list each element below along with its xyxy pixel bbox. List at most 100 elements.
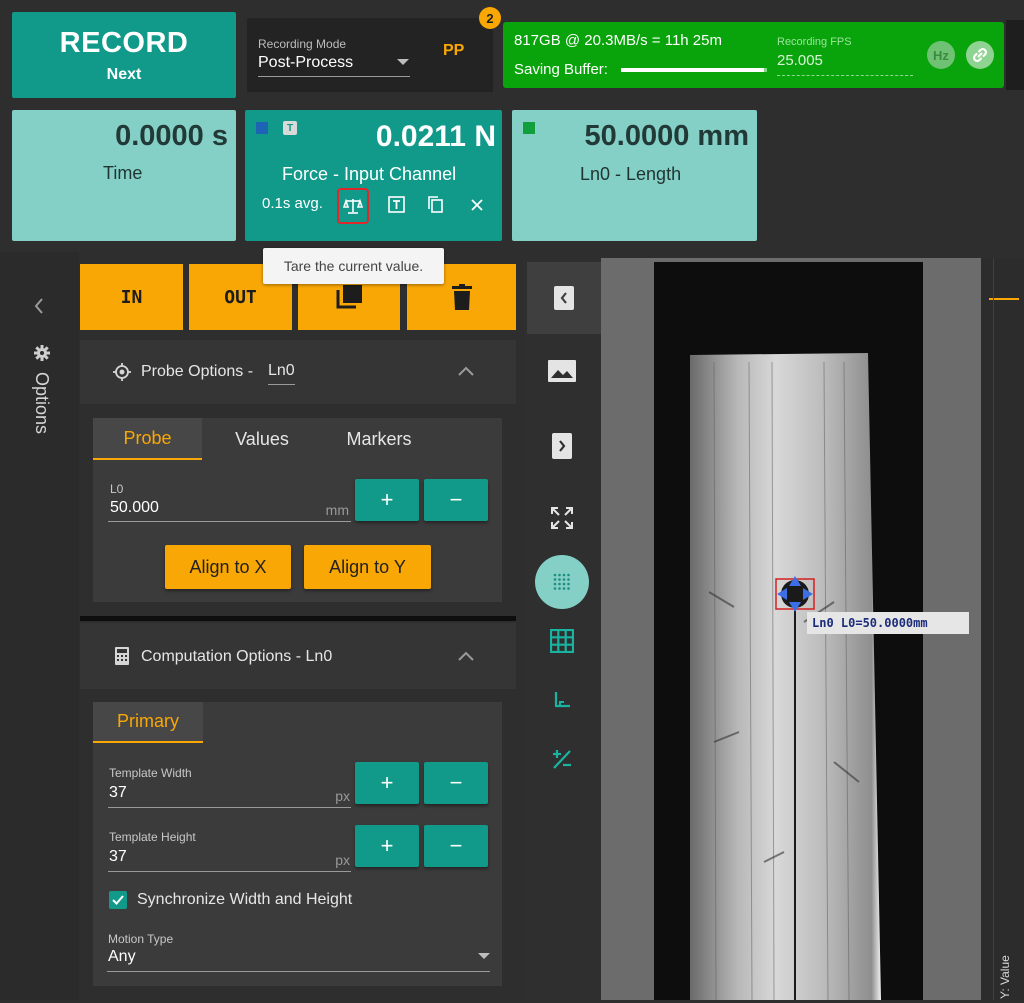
- axes-icon: [554, 692, 570, 708]
- probe-options-body: Probe Values Markers L0 50.000 mm + − Al…: [93, 418, 502, 602]
- sync-checkbox[interactable]: [109, 891, 127, 909]
- plus-minus-button[interactable]: [523, 724, 601, 794]
- options-sidebar[interactable]: Options: [0, 252, 79, 1000]
- template-height-decrement[interactable]: −: [424, 825, 488, 867]
- computation-options-body: Primary Template Width 37 px + − Templat…: [93, 702, 502, 986]
- scale-icon: [343, 198, 363, 214]
- sync-checkbox-row[interactable]: Synchronize Width and Height: [109, 890, 352, 910]
- probe-tabs: Probe Values Markers: [93, 418, 502, 462]
- length-value: 50.0000 mm: [584, 120, 749, 152]
- image-icon: [548, 360, 576, 382]
- l0-label: L0: [110, 482, 124, 496]
- template-height-value: 37: [109, 848, 127, 865]
- force-tile[interactable]: T 0.0211 N Force - Input Channel 0.1s av…: [245, 110, 502, 241]
- template-width-label: Template Width: [109, 766, 192, 780]
- length-channel-color: [523, 122, 535, 134]
- copy-icon[interactable]: [427, 195, 444, 214]
- chevron-up-icon[interactable]: [458, 366, 474, 376]
- fit-view-button[interactable]: [523, 483, 601, 553]
- tab-markers[interactable]: Markers: [323, 418, 435, 460]
- image-tool-button[interactable]: [523, 336, 601, 406]
- force-value: 0.0211 N: [375, 120, 496, 153]
- tab-probe[interactable]: Probe: [93, 418, 202, 460]
- chevron-left-icon[interactable]: [34, 298, 44, 314]
- gear-icon: [34, 345, 50, 361]
- length-label: Ln0 - Length: [580, 164, 682, 184]
- chevron-up-icon[interactable]: [458, 651, 474, 661]
- saving-buffer-track: [621, 68, 767, 72]
- tare-tooltip: Tare the current value.: [263, 248, 444, 284]
- link-icon: [972, 47, 988, 63]
- text-icon[interactable]: [388, 196, 405, 213]
- notification-badge[interactable]: 2: [479, 7, 501, 29]
- force-t-badge: T: [283, 121, 297, 135]
- probe-options-header[interactable]: Probe Options - Ln0: [80, 340, 516, 404]
- align-to-x-button[interactable]: Align to X: [165, 545, 291, 589]
- tab-values[interactable]: Values: [207, 418, 317, 460]
- saving-buffer-label: Saving Buffer:: [514, 61, 608, 78]
- panel-expand-icon: [552, 433, 572, 459]
- probe-item-select[interactable]: Ln0: [268, 362, 295, 385]
- template-width-field[interactable]: Template Width 37 px: [108, 763, 351, 808]
- grid-icon: [550, 629, 574, 653]
- motion-type-label: Motion Type: [108, 932, 174, 946]
- expand-icon: [551, 507, 573, 529]
- recording-mode-label: Recording Mode: [258, 37, 347, 51]
- computation-options-title: Computation Options - Ln0: [141, 648, 333, 665]
- pp-indicator: PP: [443, 42, 465, 59]
- template-height-increment[interactable]: +: [355, 825, 419, 867]
- calculator-icon: [115, 647, 129, 665]
- copy-layers-icon: [336, 285, 362, 309]
- close-icon[interactable]: [470, 198, 484, 212]
- time-value: 0.0000 s: [115, 120, 228, 152]
- computation-options-header[interactable]: Computation Options - Ln0: [80, 623, 516, 689]
- chevron-down-icon: [397, 59, 409, 65]
- template-height-unit: px: [335, 852, 350, 868]
- recording-mode-value: Post-Process: [258, 54, 354, 71]
- probe-options-title: Probe Options -: [141, 363, 254, 380]
- options-label: Options: [32, 372, 52, 435]
- dots-grid-icon: [553, 573, 570, 590]
- record-label: RECORD: [59, 26, 189, 59]
- force-average[interactable]: 0.1s avg.: [262, 195, 323, 212]
- template-height-label: Template Height: [109, 830, 196, 844]
- saving-buffer-fill: [621, 68, 765, 72]
- record-next-label: Next: [106, 65, 142, 83]
- fps-value: 25.005: [777, 52, 823, 69]
- l0-decrement-button[interactable]: −: [424, 479, 488, 521]
- in-button[interactable]: IN: [80, 264, 183, 330]
- align-to-y-button[interactable]: Align to Y: [304, 545, 431, 589]
- time-tile[interactable]: 0.0000 s Time: [12, 110, 236, 241]
- length-tile[interactable]: 50.0000 mm Ln0 - Length: [512, 110, 757, 241]
- storage-status: 817GB @ 20.3MB/s = 11h 25m: [514, 32, 722, 49]
- panel-collapse-icon: [554, 286, 574, 310]
- tab-primary[interactable]: Primary: [93, 702, 203, 743]
- time-label: Time: [103, 163, 143, 183]
- template-width-unit: px: [335, 788, 350, 804]
- l0-field[interactable]: L0 50.000 mm: [108, 480, 351, 522]
- motion-type-value: Any: [108, 948, 136, 965]
- record-button[interactable]: RECORD Next: [12, 12, 236, 98]
- panel-divider: [80, 616, 516, 621]
- tool-panel-toggle[interactable]: [527, 262, 601, 334]
- tare-button[interactable]: [337, 188, 369, 224]
- template-width-increment[interactable]: +: [355, 762, 419, 804]
- sync-label: Synchronize Width and Height: [137, 891, 353, 908]
- grid-points-button[interactable]: [535, 555, 589, 609]
- fps-label: Recording FPS: [777, 36, 852, 48]
- motion-type-select[interactable]: Motion Type Any: [107, 930, 490, 972]
- hz-button[interactable]: Hz: [927, 41, 955, 69]
- force-label: Force - Input Channel: [282, 164, 457, 184]
- y-axis-label: Y: Value: [998, 955, 1012, 999]
- fps-underline: [777, 75, 913, 76]
- panel-expand-button[interactable]: [523, 411, 601, 481]
- image-tools-column: [523, 258, 601, 1000]
- trash-icon: [451, 284, 472, 310]
- template-width-value: 37: [109, 784, 127, 801]
- l0-increment-button[interactable]: +: [355, 479, 419, 521]
- recording-mode-underline: [258, 76, 410, 77]
- link-button[interactable]: [966, 41, 994, 69]
- template-width-decrement[interactable]: −: [424, 762, 488, 804]
- template-height-field[interactable]: Template Height 37 px: [108, 827, 351, 872]
- force-channel-color: [256, 122, 268, 134]
